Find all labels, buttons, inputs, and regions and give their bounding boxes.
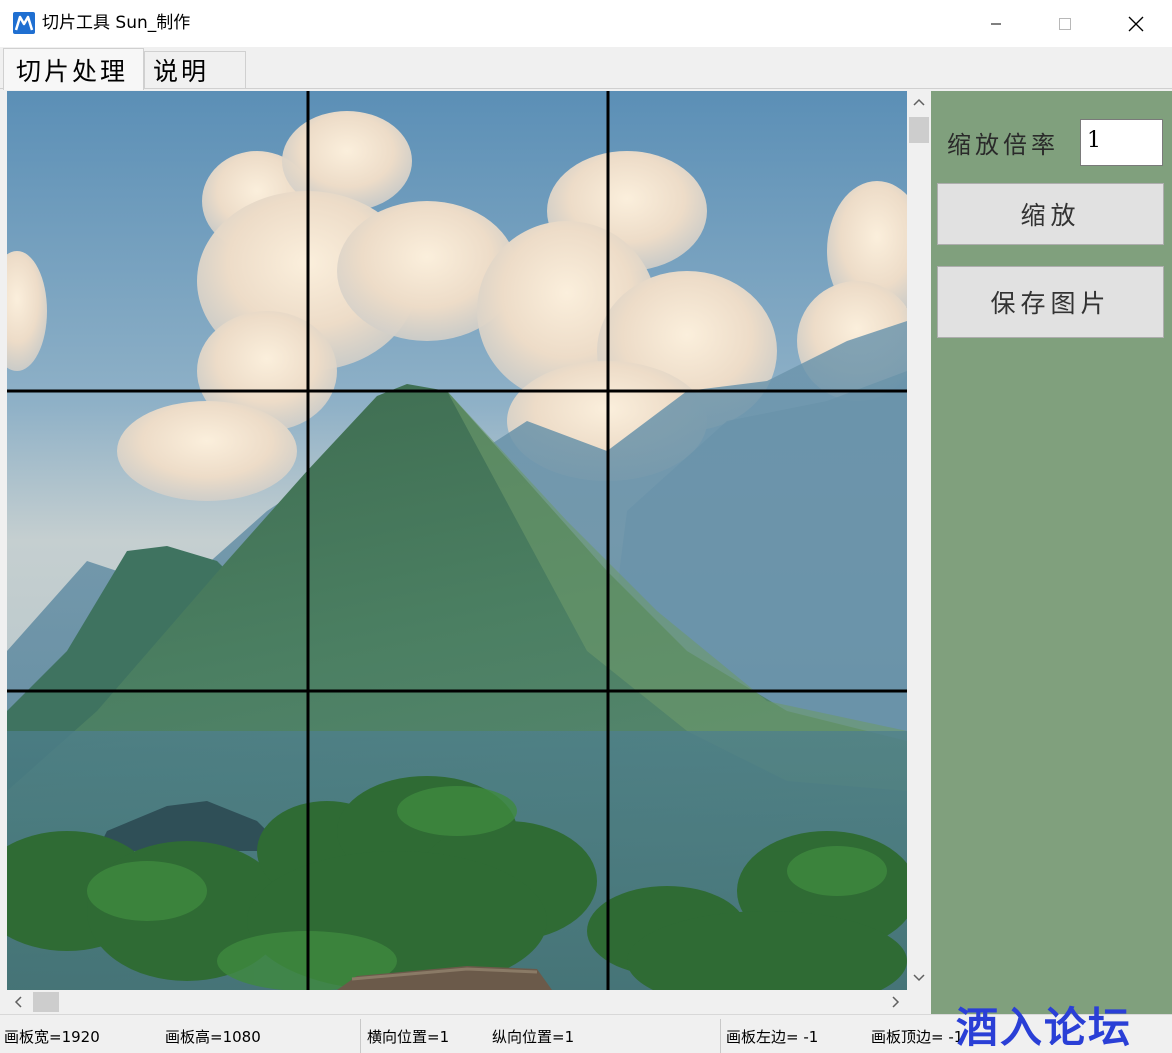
status-canvas-width: 画板宽=1920 [4,1028,100,1046]
scroll-left-icon[interactable] [13,996,23,1010]
status-separator [360,1019,361,1053]
maximize-icon [1059,17,1071,30]
image-canvas[interactable] [7,91,907,990]
horizontal-scroll-thumb[interactable] [33,992,59,1012]
vertical-scrollbar[interactable] [907,91,931,990]
status-canvas-top: 画板顶边= -1 [871,1028,964,1046]
tab-strip: 切片处理 说明 [0,47,1172,90]
maximize-button[interactable] [1031,0,1099,47]
app-logo-icon [13,12,35,34]
status-separator [720,1019,721,1053]
zoom-button[interactable]: 缩放 [937,183,1164,245]
save-image-button[interactable]: 保存图片 [937,266,1164,338]
tab-slice-processing[interactable]: 切片处理 [3,48,144,90]
zoom-ratio-label: 缩放倍率 [947,131,1059,159]
close-button[interactable] [1102,0,1170,47]
landscape-image [7,91,907,990]
close-icon [1128,16,1144,31]
minimize-button[interactable] [962,0,1030,47]
status-canvas-left: 画板左边= -1 [726,1028,819,1046]
tab-instructions[interactable]: 说明 [144,51,246,88]
zoom-ratio-input[interactable]: 1 [1080,119,1163,166]
title-bar: 切片工具 Sun_制作 [0,0,1172,47]
window-title: 切片工具 Sun_制作 [42,13,191,33]
status-horizontal-position: 横向位置=1 [367,1028,450,1046]
horizontal-scrollbar[interactable] [7,990,907,1014]
scroll-up-icon[interactable] [913,97,925,109]
status-canvas-height: 画板高=1080 [165,1028,261,1046]
vertical-scroll-thumb[interactable] [909,117,929,143]
status-vertical-position: 纵向位置=1 [492,1028,575,1046]
minimize-icon [991,23,1001,24]
tab-divider [0,88,1172,89]
control-panel: 缩放倍率 1 缩放 保存图片 [931,91,1172,1014]
scroll-right-icon[interactable] [891,996,901,1010]
scroll-down-icon[interactable] [913,973,925,985]
forum-watermark: 酒入论坛 [956,1003,1133,1052]
